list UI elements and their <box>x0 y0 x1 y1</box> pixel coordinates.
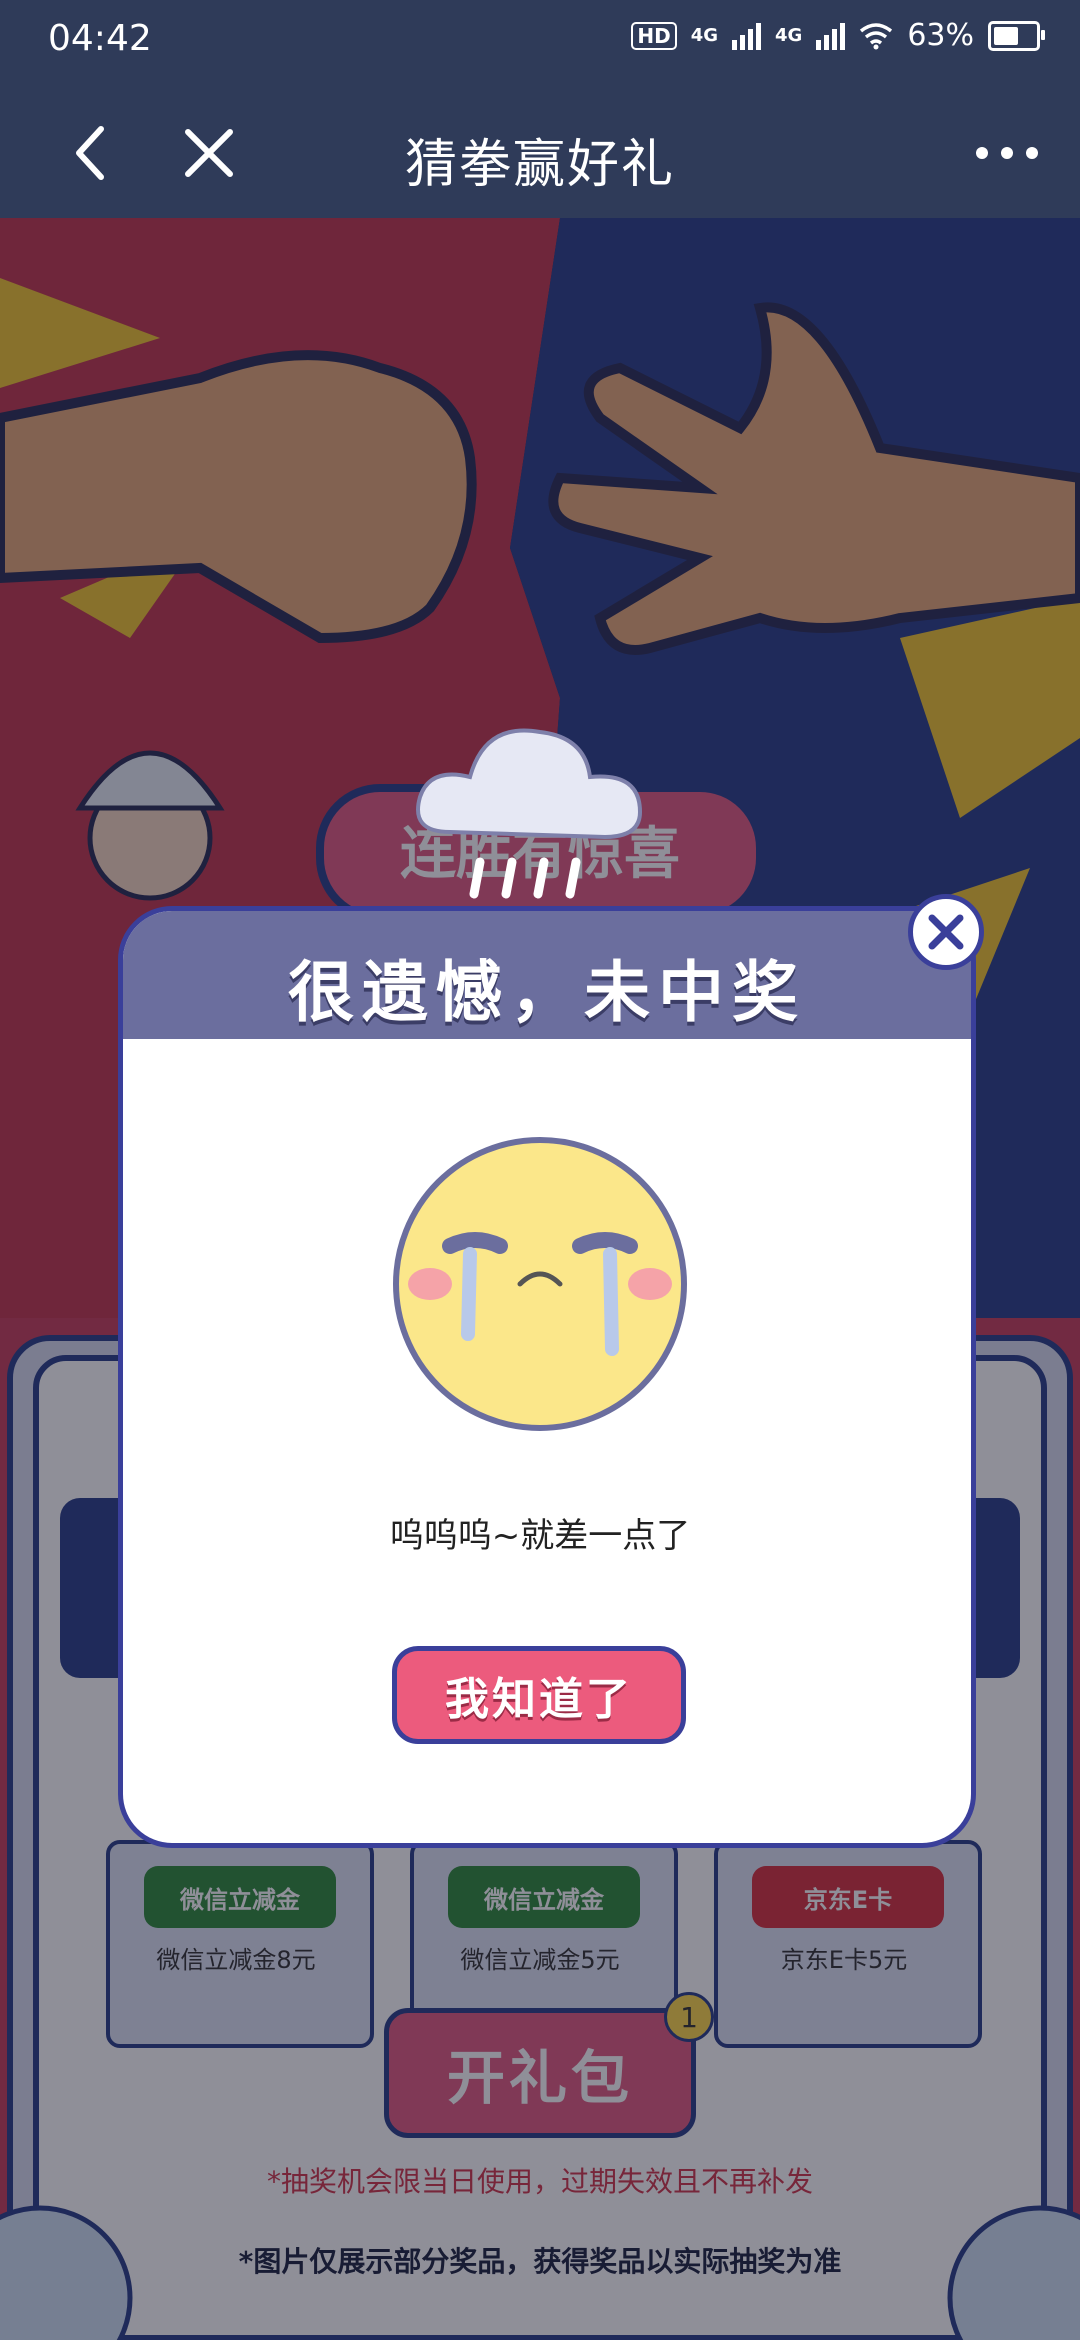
crying-face-icon <box>393 1137 687 1431</box>
battery-percent: 63% <box>907 18 974 53</box>
nav-bar: 猜拳赢好礼 <box>0 86 1080 218</box>
signal-icon-2 <box>816 22 846 50</box>
wifi-icon <box>860 22 893 49</box>
signal-icon <box>732 22 761 50</box>
modal-title: 很遗憾，未中奖 <box>288 954 806 1031</box>
network-label-2: 4G <box>775 25 803 46</box>
rain-cloud-icon <box>416 728 643 899</box>
got-it-button[interactable]: 我知道了 <box>392 1646 686 1744</box>
hd-badge: HD <box>631 21 677 50</box>
status-time: 04:42 <box>48 18 152 59</box>
close-circle-icon[interactable] <box>908 894 984 970</box>
more-dots-icon[interactable] <box>962 118 1052 188</box>
status-icons: HD 4G 4G 63% <box>631 18 1045 53</box>
modal-message: 呜呜呜~就差一点了 <box>389 1516 691 1556</box>
status-bar: 04:42 HD 4G 4G 63% <box>0 0 1080 86</box>
page-title: 猜拳赢好礼 <box>404 135 675 195</box>
modal-header: 很遗憾，未中奖 <box>123 911 971 1039</box>
network-label-1: 4G <box>690 25 718 46</box>
battery-icon <box>988 20 1045 51</box>
